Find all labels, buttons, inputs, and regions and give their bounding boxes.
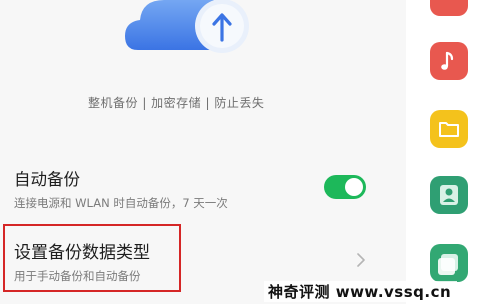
app-dock <box>406 0 480 304</box>
gallery-icon[interactable] <box>430 244 468 282</box>
toggle-knob <box>345 178 363 196</box>
highlight-annotation-box <box>3 224 181 292</box>
backup-settings-panel: 整机备份 | 加密存储 | 防止丢失 自动备份 连接电源和 WLAN 时自动备份… <box>0 0 398 304</box>
auto-backup-title: 自动备份 <box>14 170 80 189</box>
contacts-icon[interactable] <box>430 176 468 214</box>
hero-caption: 整机备份 | 加密存储 | 防止丢失 <box>88 96 265 110</box>
music-icon[interactable] <box>430 42 468 80</box>
red-app-icon[interactable] <box>430 0 468 16</box>
chevron-right-icon <box>355 252 367 268</box>
auto-backup-toggle[interactable] <box>324 175 366 199</box>
screen: 整机备份 | 加密存储 | 防止丢失 自动备份 连接电源和 WLAN 时自动备份… <box>0 0 480 304</box>
folder-icon[interactable] <box>430 110 468 148</box>
cloud-upload-icon <box>120 0 260 60</box>
auto-backup-subtitle: 连接电源和 WLAN 时自动备份，7 天一次 <box>14 196 228 210</box>
watermark-text: 神奇评测 www.vssq.cn <box>264 281 458 302</box>
